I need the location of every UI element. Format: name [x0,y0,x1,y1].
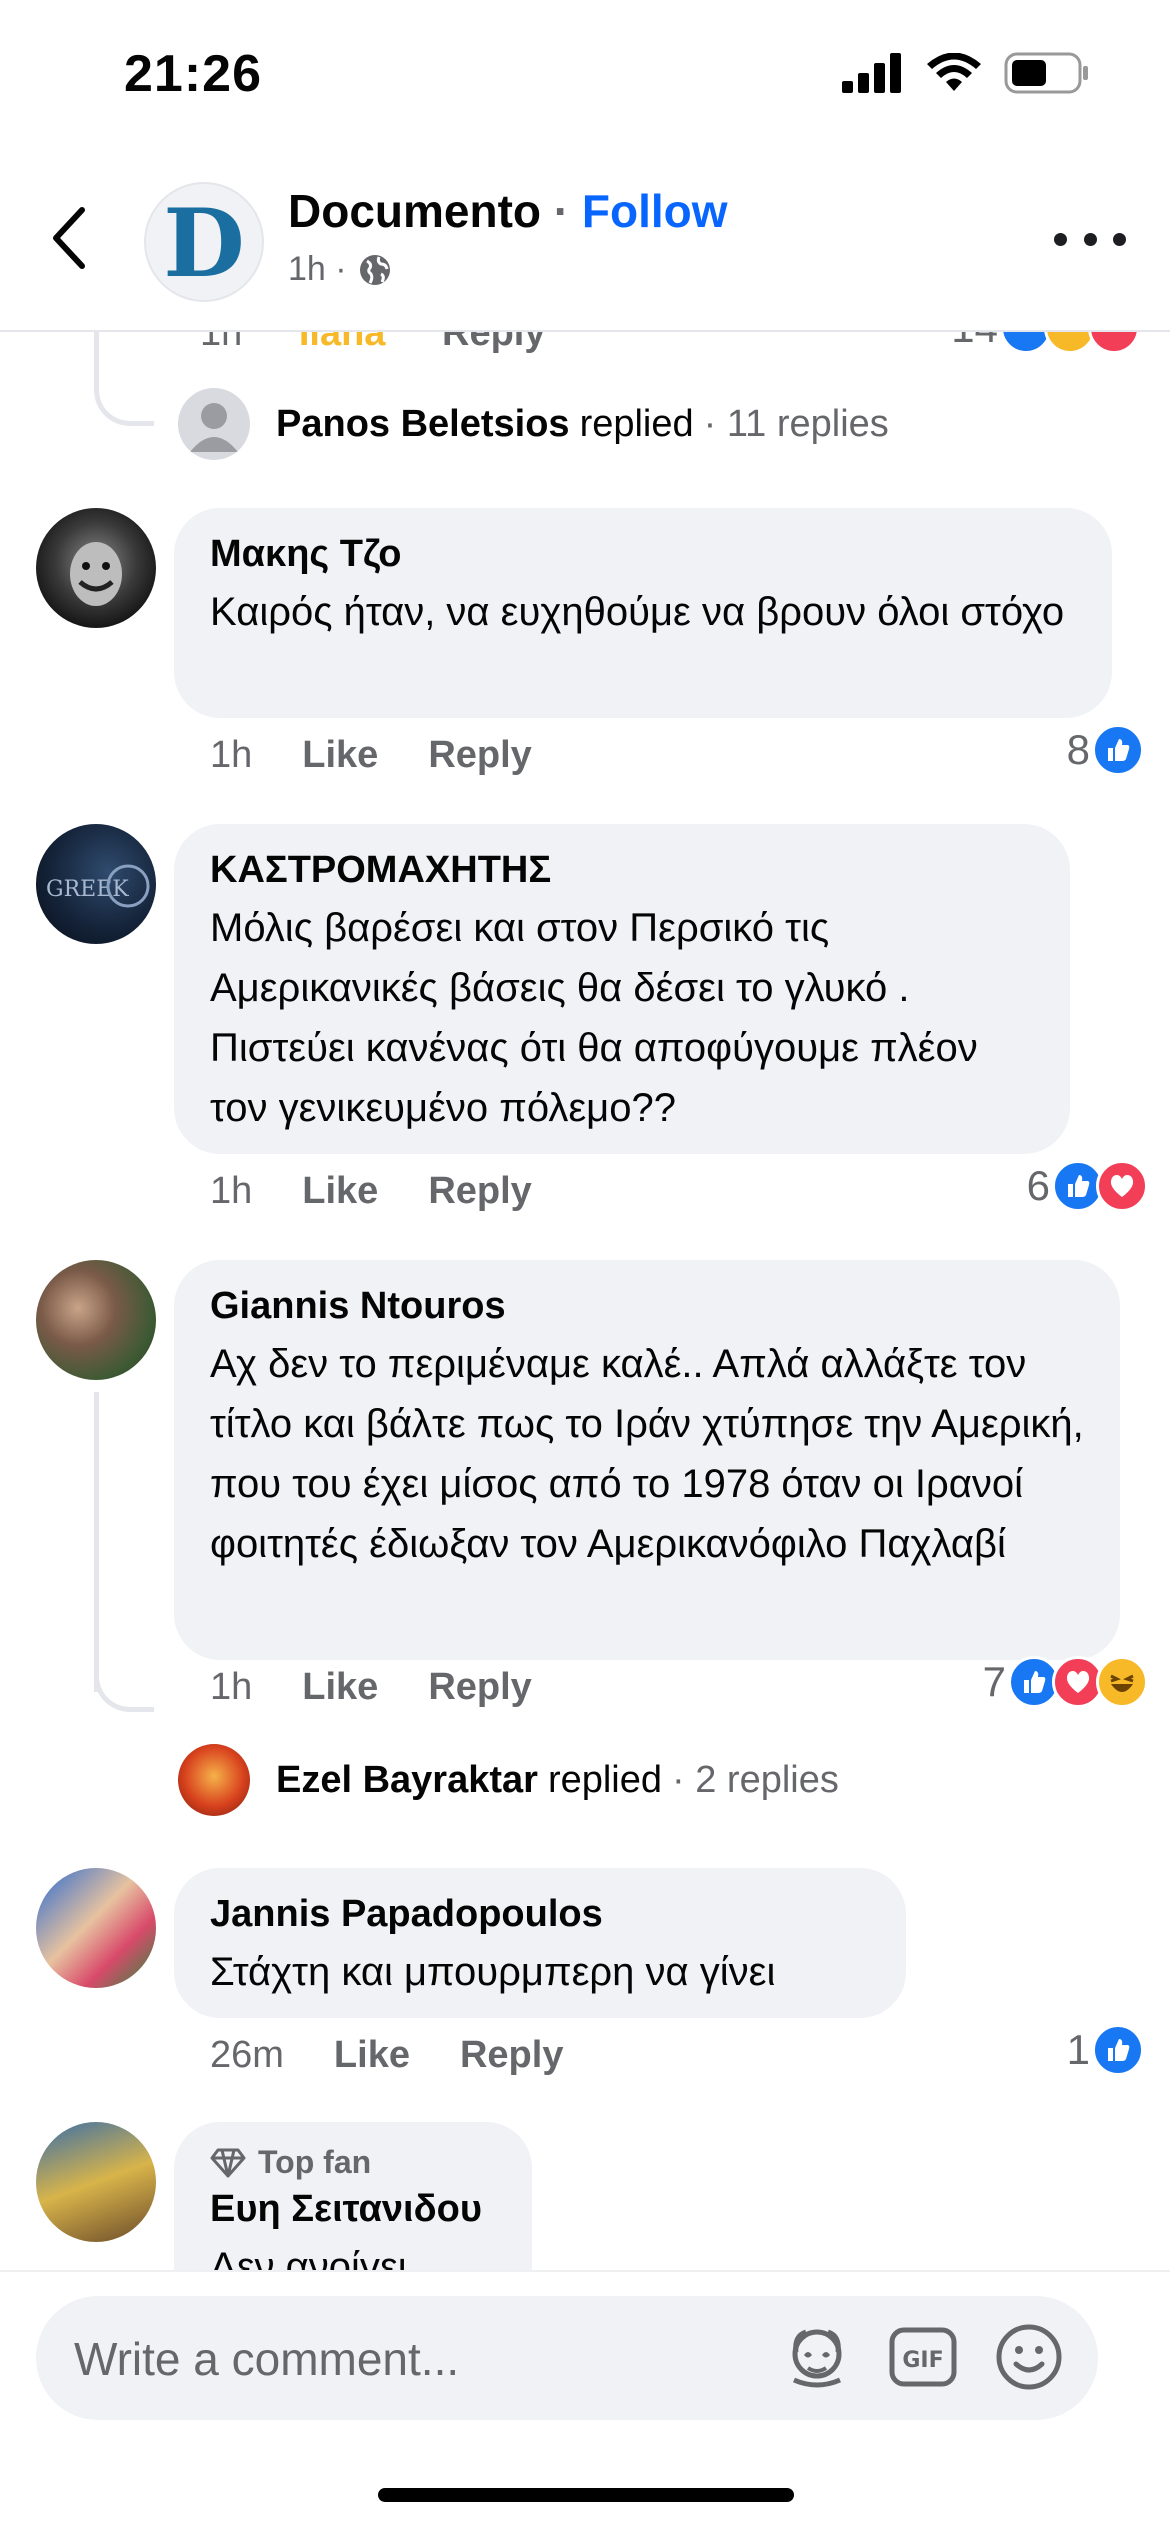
avatar-sticker-icon[interactable] [782,2322,852,2392]
more-horizontal-icon [1054,232,1067,246]
avatar[interactable] [36,2122,156,2242]
reply-count: · 2 replies [672,1758,839,1801]
comment-bubble[interactable]: ΚΑΣΤΡΟΜΑΧΗΤΗΣ Μόλις βαρέσει και στον Περ… [174,824,1070,1154]
reply-button[interactable]: Reply [428,1666,531,1709]
comment-actions: 26m Like Reply [210,2034,563,2077]
reaction-summary[interactable]: 6 [1027,1160,1148,1212]
svg-text:GREEK: GREEK [46,877,129,902]
comments-list[interactable]: 1h Ilana Reply 14 Panos Beletsios replie… [0,332,1170,2270]
comment-text: Δεν ανοίγει [210,2245,407,2270]
avatar[interactable] [36,1260,156,1380]
replier-name[interactable]: Panos Beletsios [276,403,570,446]
status-bar: 21:26 [0,0,1170,150]
wifi-icon [927,53,981,91]
love-reaction-icon [1088,332,1140,354]
top-fan-badge: Top fan [210,2144,496,2181]
battery-icon [1004,52,1088,94]
comment-placeholder: Write a comment... [74,2333,460,2385]
comment-author[interactable]: Jannis Papadopoulos [210,1890,870,1938]
comment-actions: 1h Like Reply [210,1170,532,1213]
avatar[interactable] [36,508,156,628]
post-meta: 1h · [288,250,393,289]
haha-reaction-icon [1096,1656,1148,1708]
comment-author[interactable]: Μακης Τζο [210,530,1076,578]
comment-actions: 1h Like Reply [210,734,532,777]
post-age: 1h · [288,250,347,288]
composer-tools: GIF [782,2322,1064,2392]
like-reaction-icon [1092,724,1144,776]
page-avatar[interactable]: D [144,182,264,302]
gif-icon[interactable]: GIF [888,2322,958,2392]
svg-text:GIF: GIF [902,2348,943,2373]
reply-button[interactable]: Reply [460,2034,563,2077]
comment-actions: 1h Like Reply [210,1666,532,1709]
reaction-summary[interactable]: 7 [983,1656,1148,1708]
page-name[interactable]: Documento [288,185,541,237]
page-logo: D [163,189,245,299]
reaction-summary[interactable]: 8 [1067,724,1144,776]
replier-name[interactable]: Ezel Bayraktar [276,1759,538,1802]
diamond-icon [210,2148,246,2177]
status-time: 21:26 [124,45,262,103]
comment-input[interactable]: Write a comment... GIF [36,2296,1098,2420]
post-header: D Documento · Follow 1h · [0,150,1170,332]
comment-text: Μόλις βαρέσει και στον Περσικό τις Αμερι… [210,906,978,1130]
comment-author[interactable]: Giannis Ntouros [210,1282,1084,1330]
like-button[interactable]: Like [334,2034,410,2077]
reply-button[interactable]: Reply [428,1170,531,1213]
like-button[interactable]: Like [302,1170,378,1213]
cellular-signal-icon [842,53,901,93]
comment-time: 1h [210,734,253,776]
chevron-left-icon [53,207,85,269]
replied-summary[interactable]: Ezel Bayraktar replied · 2 replies [178,1744,839,1816]
thread-connector [94,1632,154,1712]
globe-icon [359,254,390,285]
home-indicator[interactable] [378,2488,794,2502]
comment-bubble[interactable]: Μακης Τζο Καιρός ήταν, να ευχηθούμε να β… [174,508,1112,718]
avatar[interactable]: GREEK [36,824,156,944]
reply-count: · 11 replies [703,402,889,445]
emoji-icon[interactable] [994,2322,1064,2392]
comment-text: Καιρός ήταν, να ευχηθούμε να βρουν όλοι … [210,590,1065,634]
comment-author[interactable]: Ευη Σειτανιδου [210,2185,496,2233]
like-button[interactable]: Like [302,734,378,777]
love-reaction-icon [1096,1160,1148,1212]
avatar[interactable] [36,1868,156,1988]
comment-time: 26m [210,2034,284,2076]
reaction-summary[interactable]: 1 [1067,2024,1144,2076]
title-separator: · [553,185,570,237]
replied-summary[interactable]: Panos Beletsios replied · 11 replies [178,388,889,460]
status-icons [842,52,1090,94]
like-reaction-icon [1092,2024,1144,2076]
comment-bubble[interactable]: Jannis Papadopoulos Στάχτη και μπουρμπερ… [174,1868,906,2018]
comment-bubble[interactable]: Top fan Ευη Σειτανιδου Δεν ανοίγει [174,2122,532,2270]
avatar [178,1744,250,1816]
like-button[interactable]: Like [302,1666,378,1709]
comment-bubble[interactable]: Giannis Ntouros Αχ δεν το περιμέναμε καλ… [174,1260,1120,1660]
comment-text: Αχ δεν το περιμέναμε καλέ.. Απλά αλλάξτε… [210,1342,1084,1566]
thread-connector [94,332,154,426]
back-button[interactable] [40,198,100,278]
more-options-button[interactable] [1054,224,1126,254]
avatar [178,388,250,460]
comment-text: Στάχτη και μπουρμπερη να γίνει [210,1950,776,1994]
comment-author[interactable]: ΚΑΣΤΡΟΜΑΧΗΤΗΣ [210,846,1034,894]
comment-time: 1h [210,1170,253,1212]
comment-time: 1h [210,1666,253,1708]
partial-reply-actions: 1h Ilana Reply [200,332,546,354]
page-title-row: Documento · Follow [288,184,728,238]
follow-button[interactable]: Follow [582,185,728,237]
reply-button[interactable]: Reply [428,734,531,777]
partial-reactions[interactable]: 14 [951,332,1140,354]
